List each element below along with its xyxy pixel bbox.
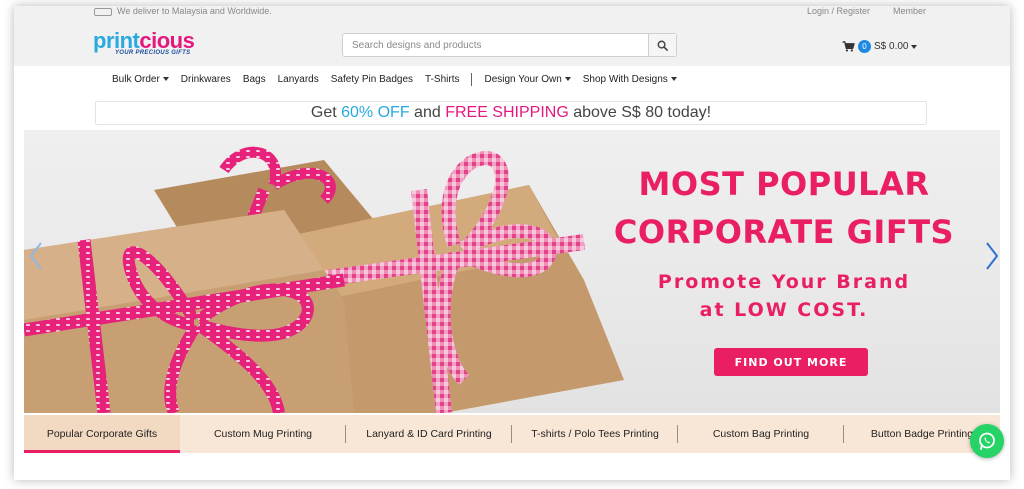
cart-icon	[842, 41, 855, 52]
carousel-prev-button[interactable]	[26, 238, 46, 274]
chevron-down-icon	[911, 44, 918, 49]
nav-item-shop-with-designs[interactable]: Shop With Designs	[583, 74, 677, 85]
nav-item-safety-pin-badges[interactable]: Safety Pin Badges	[331, 74, 413, 85]
promo-banner: Get 60% OFF and FREE SHIPPING above S$ 8…	[95, 101, 927, 125]
promo-discount: 60% OFF	[341, 104, 410, 121]
hero-subtitle-line2: at LOW COST.	[699, 299, 869, 321]
hero-subtitle-line1: Promote Your Brand	[657, 271, 911, 293]
promo-free-shipping: FREE SHIPPING	[445, 104, 569, 121]
nav-item-design-your-own[interactable]: Design Your Own	[484, 74, 571, 85]
tab-tshirts-polo-tees-printing[interactable]: T-shirts / Polo Tees Printing	[512, 415, 678, 453]
whatsapp-chat-button[interactable]	[970, 424, 1004, 458]
category-tab-bar: Popular Corporate Gifts Custom Mug Print…	[24, 415, 1000, 453]
carousel-next-button[interactable]	[982, 238, 1000, 274]
site-header: printcious YOUR PRECIOUS GIFTS 0 S$ 0.00	[14, 20, 1010, 66]
chevron-down-icon	[564, 77, 571, 81]
nav-item-bags[interactable]: Bags	[243, 74, 266, 85]
cart-widget[interactable]: 0 S$ 0.00	[842, 40, 918, 53]
login-register-link[interactable]: Login / Register	[807, 6, 870, 16]
logo-wordmark: printcious	[93, 28, 195, 53]
nav-item-bulk-order[interactable]: Bulk Order	[112, 74, 169, 85]
nav-divider	[471, 72, 473, 86]
logo-tagline: YOUR PRECIOUS GIFTS	[115, 50, 191, 56]
find-out-more-button[interactable]: FIND OUT MORE	[714, 348, 868, 376]
tab-lanyard-id-card-printing[interactable]: Lanyard & ID Card Printing	[346, 415, 512, 453]
promo-text: and	[409, 104, 446, 121]
top-info-bar: We deliver to Malaysia and Worldwide. Lo…	[14, 6, 1010, 20]
cart-count-badge: 0	[858, 40, 871, 53]
search-input[interactable]	[343, 34, 648, 56]
tab-custom-mug-printing[interactable]: Custom Mug Printing	[180, 415, 346, 453]
promo-text: above S$ 80 today!	[568, 104, 712, 121]
nav-item-drinkwares[interactable]: Drinkwares	[181, 74, 231, 85]
gift-boxes-image	[24, 146, 624, 413]
delivery-notice: We deliver to Malaysia and Worldwide.	[117, 6, 272, 16]
hero-carousel: MOST POPULAR CORPORATE GIFTS Promote You…	[24, 130, 1000, 413]
hero-title-line1: MOST POPULAR	[638, 165, 930, 203]
member-link[interactable]: Member	[893, 6, 926, 16]
chevron-down-icon	[670, 77, 677, 81]
hero-title-line2: CORPORATE GIFTS	[613, 213, 955, 251]
search-bar	[342, 33, 677, 57]
nav-item-lanyards[interactable]: Lanyards	[278, 74, 319, 85]
promo-text: Get	[310, 104, 342, 121]
main-nav: Bulk Order Drinkwares Bags Lanyards Safe…	[14, 66, 1010, 92]
chevron-right-icon	[986, 242, 999, 270]
search-button[interactable]	[648, 34, 676, 56]
search-icon	[657, 40, 668, 51]
tab-popular-corporate-gifts[interactable]: Popular Corporate Gifts	[24, 415, 180, 453]
cart-total: S$ 0.00	[874, 41, 909, 52]
tab-custom-bag-printing[interactable]: Custom Bag Printing	[678, 415, 844, 453]
site-logo[interactable]: printcious YOUR PRECIOUS GIFTS	[93, 28, 195, 57]
whatsapp-icon	[979, 432, 995, 450]
truck-icon	[94, 8, 112, 16]
nav-item-t-shirts[interactable]: T-Shirts	[425, 74, 459, 85]
browser-viewport: We deliver to Malaysia and Worldwide. Lo…	[14, 6, 1010, 480]
chevron-left-icon	[29, 242, 42, 270]
chevron-down-icon	[162, 77, 169, 81]
